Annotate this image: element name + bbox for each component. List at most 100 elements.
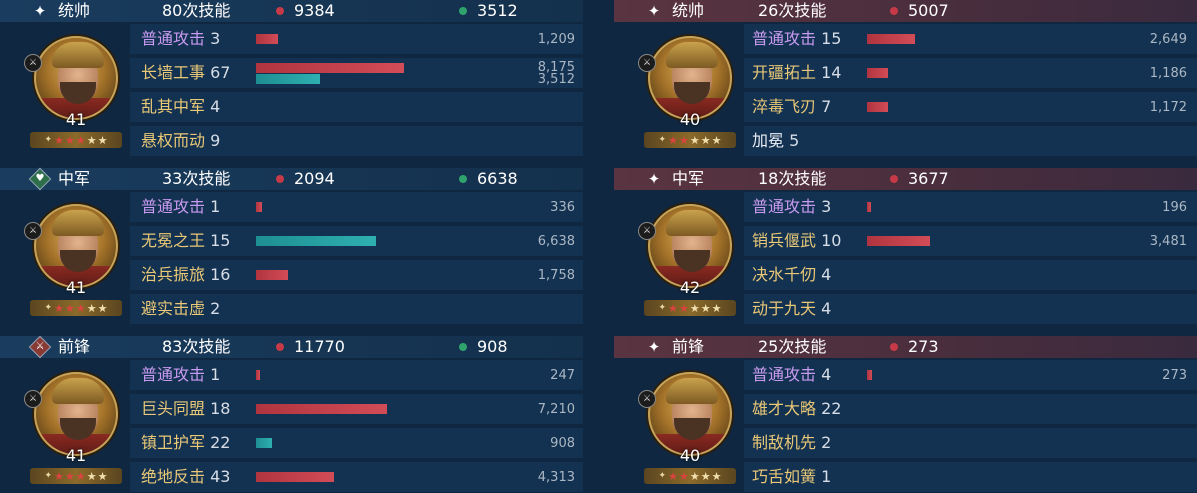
skill-name-text: 加冕 xyxy=(752,131,785,150)
skill-name-text: 普通攻击 xyxy=(141,29,206,48)
skill-name-text: 避实击虚 xyxy=(141,299,206,318)
skill-use-count: 43 xyxy=(210,467,231,486)
left-team-panel: ✦ 统帅 80次技能 9384 3512 ⚔ 41 ✦ ★ ★ ★ ★ ★ 普通攻击 3 1,209 长墙工事… xyxy=(0,0,583,493)
skill-name[interactable]: 悬权而动 9 xyxy=(141,124,220,158)
skill-row: 普通攻击 3 196 xyxy=(614,190,1197,224)
skill-use-count: 18 xyxy=(210,399,231,418)
skill-name[interactable]: 淬毒飞刃 7 xyxy=(752,90,831,124)
skill-name-text: 巧舌如簧 xyxy=(752,467,817,486)
damage-dot-icon xyxy=(276,343,284,351)
skill-name[interactable]: 决水千仞 4 xyxy=(752,258,831,292)
skill-name-text: 镇卫护军 xyxy=(141,433,206,452)
heal-total-value: 3512 xyxy=(477,1,518,20)
skill-row: 普通攻击 3 1,209 xyxy=(0,22,583,56)
damage-dot-icon xyxy=(276,175,284,183)
skill-use-count: 2 xyxy=(210,299,221,318)
skill-row: 雄才大略 22 xyxy=(614,392,1197,426)
skill-name[interactable]: 巨头同盟 18 xyxy=(141,392,230,426)
general-section: ⚔ 前锋 83次技能 11770 908 ⚔ 41 ✦ ★ ★ ★ ★ ★ 普通攻击 1 247 巨头同盟 1… xyxy=(0,336,583,493)
heal-total: 3512 xyxy=(459,0,518,22)
skill-name[interactable]: 销兵偃武 10 xyxy=(752,224,841,258)
damage-value: 3,481 xyxy=(1149,234,1187,249)
general-section: ✦ 统帅 80次技能 9384 3512 ⚔ 41 ✦ ★ ★ ★ ★ ★ 普通攻击 3 1,209 长墙工事… xyxy=(0,0,583,168)
damage-total: 2094 xyxy=(276,168,335,190)
damage-value: 1,172 xyxy=(1149,100,1187,115)
damage-bar xyxy=(256,270,288,280)
damage-total-value: 5007 xyxy=(908,1,949,20)
skill-name[interactable]: 镇卫护军 22 xyxy=(141,426,230,460)
general-section: ✦ 统帅 26次技能 5007 ⚔ 40 ✦ ★ ★ ★ ★ ★ 普通攻击 15 2,649 开疆拓土 14… xyxy=(614,0,1197,168)
skill-name[interactable]: 普通攻击 4 xyxy=(752,358,831,392)
damage-bar xyxy=(867,34,915,44)
skill-name[interactable]: 普通攻击 1 xyxy=(141,190,220,224)
skill-row: 销兵偃武 10 3,481 xyxy=(614,224,1197,258)
skill-count: 83次技能 xyxy=(162,337,231,356)
skill-use-count: 3 xyxy=(210,29,221,48)
skill-use-count: 10 xyxy=(821,231,842,250)
section-header: ♥ 中军 33次技能 2094 6638 xyxy=(0,168,583,190)
skill-name[interactable]: 无冕之王 15 xyxy=(141,224,230,258)
role-name: 前锋 xyxy=(672,337,705,356)
heal-value: 6,638 xyxy=(537,234,575,249)
damage-bar xyxy=(256,34,278,44)
skill-row: 普通攻击 15 2,649 xyxy=(614,22,1197,56)
skill-use-count: 67 xyxy=(210,63,231,82)
skill-use-count: 1 xyxy=(210,365,221,384)
skill-use-count: 4 xyxy=(821,299,832,318)
skill-name[interactable]: 雄才大略 22 xyxy=(752,392,841,426)
skill-count: 33次技能 xyxy=(162,169,231,188)
skill-row: 制敌机先 2 xyxy=(614,426,1197,460)
four-point-star-icon: ✦ xyxy=(647,337,661,356)
damage-value: 1,209 xyxy=(537,32,575,47)
skill-name-text: 普通攻击 xyxy=(752,29,817,48)
skill-row: 淬毒飞刃 7 1,172 xyxy=(614,90,1197,124)
skill-name-text: 开疆拓土 xyxy=(752,63,817,82)
heal-dot-icon xyxy=(459,175,467,183)
skill-row: 普通攻击 4 273 xyxy=(614,358,1197,392)
general-section: ✦ 中军 18次技能 3677 ⚔ 42 ✦ ★ ★ ★ ★ ★ 普通攻击 3 196 销兵偃武 10 3,4… xyxy=(614,168,1197,336)
skill-name[interactable]: 长墙工事 67 xyxy=(141,56,230,90)
skill-name[interactable]: 动于九天 4 xyxy=(752,292,831,326)
skill-name[interactable]: 开疆拓土 14 xyxy=(752,56,841,90)
skill-use-count: 22 xyxy=(210,433,231,452)
heart-diamond-icon: ♥ xyxy=(30,169,50,189)
damage-total: 3677 xyxy=(890,168,949,190)
damage-bar xyxy=(867,102,888,112)
damage-value: 247 xyxy=(550,368,575,383)
damage-total-value: 11770 xyxy=(294,337,345,356)
role-name: 前锋 xyxy=(58,337,91,356)
general-section: ✦ 前锋 25次技能 273 ⚔ 40 ✦ ★ ★ ★ ★ ★ 普通攻击 4 273 雄才大略 22 制敌机先… xyxy=(614,336,1197,493)
skill-name-text: 治兵振旅 xyxy=(141,265,206,284)
skill-name-text: 悬权而动 xyxy=(141,131,206,150)
skill-name[interactable]: 绝地反击 43 xyxy=(141,460,230,493)
skill-name[interactable]: 普通攻击 3 xyxy=(141,22,220,56)
skill-name[interactable]: 制敌机先 2 xyxy=(752,426,831,460)
skill-name[interactable]: 普通攻击 3 xyxy=(752,190,831,224)
skill-name[interactable]: 普通攻击 15 xyxy=(752,22,841,56)
skill-name[interactable]: 加冕 5 xyxy=(752,124,799,158)
skill-use-count: 16 xyxy=(210,265,231,284)
right-team-panel: ✦ 统帅 26次技能 5007 ⚔ 40 ✦ ★ ★ ★ ★ ★ 普通攻击 15 2,649 开疆拓土 14… xyxy=(614,0,1197,493)
skill-name-text: 制敌机先 xyxy=(752,433,817,452)
skill-name[interactable]: 治兵振旅 16 xyxy=(141,258,230,292)
skill-use-count: 5 xyxy=(789,131,800,150)
skill-name[interactable]: 巧舌如簧 1 xyxy=(752,460,831,493)
damage-dot-icon xyxy=(890,175,898,183)
skill-row: 避实击虚 2 xyxy=(0,292,583,326)
skill-use-count: 14 xyxy=(821,63,842,82)
skill-name[interactable]: 避实击虚 2 xyxy=(141,292,220,326)
skill-name[interactable]: 乱其中军 4 xyxy=(141,90,220,124)
role-name: 中军 xyxy=(672,169,705,188)
section-body: ⚔ 40 ✦ ★ ★ ★ ★ ★ 普通攻击 4 273 雄才大略 22 制敌机先 2 巧舌如簧 1 xyxy=(614,358,1197,493)
sword-glyph: ⚔ xyxy=(35,341,45,352)
sword-diamond-icon: ⚔ xyxy=(30,337,50,357)
skill-name[interactable]: 普通攻击 1 xyxy=(141,358,220,392)
damage-value: 1,186 xyxy=(1149,66,1187,81)
skill-row: 巨头同盟 18 7,210 xyxy=(0,392,583,426)
heal-dot-icon xyxy=(459,343,467,351)
section-body: ⚔ 42 ✦ ★ ★ ★ ★ ★ 普通攻击 3 196 销兵偃武 10 3,481 决水千仞 4 动于九天… xyxy=(614,190,1197,334)
skill-name-text: 乱其中军 xyxy=(141,97,206,116)
skill-count: 80次技能 xyxy=(162,1,231,20)
skill-row: 长墙工事 67 8,175 3,512 xyxy=(0,56,583,90)
section-body: ⚔ 41 ✦ ★ ★ ★ ★ ★ 普通攻击 3 1,209 长墙工事 67 8,175 3,512 乱其中… xyxy=(0,22,583,166)
